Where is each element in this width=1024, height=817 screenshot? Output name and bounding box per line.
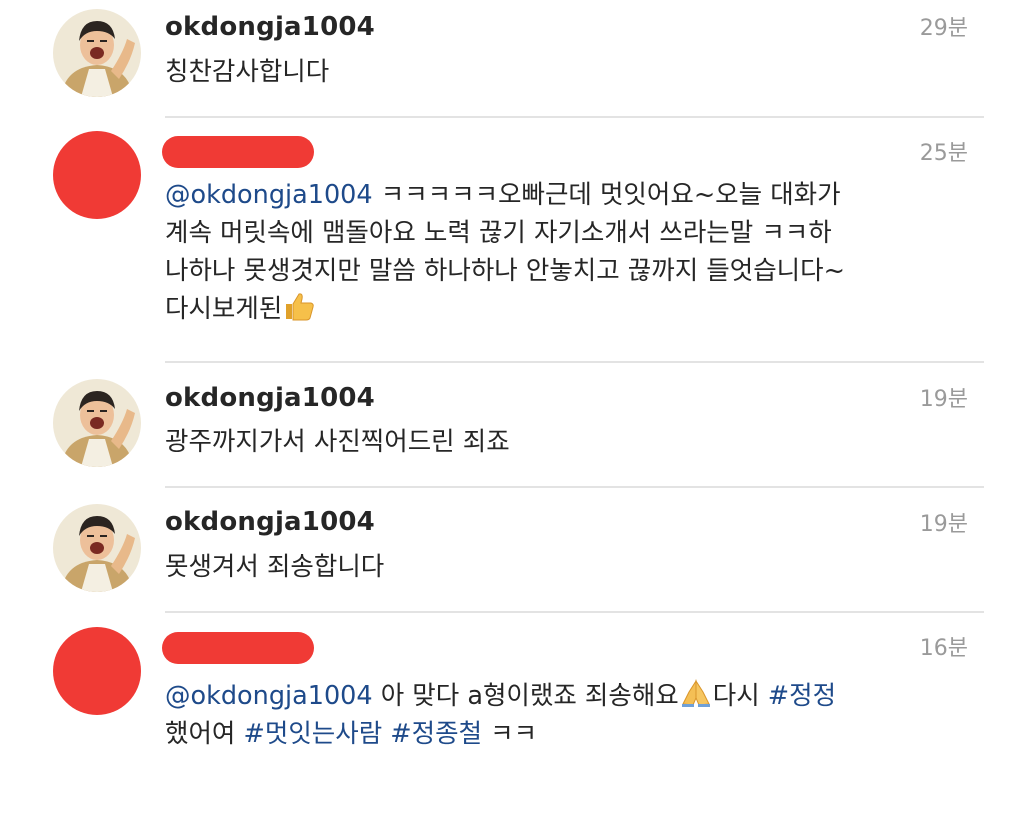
text-run: 광주까지가서 사진찍어드린 죄죠 — [165, 427, 510, 457]
comment-line: 칭찬감사합니다 — [165, 53, 965, 91]
comment-line: 계속 머릿속에 맴돌아요 노력 끊기 자기소개서 쓰라는말 ㅋㅋ하 — [165, 214, 965, 252]
username-redacted — [162, 632, 314, 664]
text-run: 다시 — [712, 681, 768, 711]
hashtag-link[interactable]: #정종철 — [390, 719, 482, 749]
folded-hands-icon — [679, 679, 713, 711]
hashtag-link[interactable]: #정정 — [768, 681, 836, 711]
username[interactable]: okdongja1004 — [165, 12, 375, 42]
profile-photo — [53, 9, 141, 97]
comment-text: @okdongja1004 ㅋㅋㅋㅋㅋ오빠근데 멋잇어요~오늘 대화가계속 머릿… — [165, 176, 965, 328]
profile-photo — [53, 504, 141, 592]
text-run: ㅋㅋ — [482, 719, 538, 749]
text-run: 아 맞다 a형이랬죠 죄송해요 — [372, 681, 679, 711]
timestamp: 19분 — [919, 387, 968, 412]
comment-line: 못생겨서 죄송합니다 — [165, 548, 965, 586]
username[interactable]: okdongja1004 — [165, 507, 375, 537]
divider — [165, 611, 984, 613]
comment-line: 나하나 못생겻지만 말씀 하나하나 안놓치고 끊까지 들엇습니다~ — [165, 252, 965, 290]
avatar[interactable] — [53, 9, 141, 97]
profile-photo — [53, 379, 141, 467]
username[interactable]: okdongja1004 — [165, 383, 375, 413]
avatar[interactable] — [53, 379, 141, 467]
comment-line: 했어여 #멋잇는사람 #정종철 ㅋㅋ — [165, 715, 965, 753]
text-run: 나하나 못생겻지만 말씀 하나하나 안놓치고 끊까지 들엇습니다~ — [165, 256, 845, 286]
comment-text: 광주까지가서 사진찍어드린 죄죠 — [165, 423, 965, 461]
mention-link[interactable]: @okdongja1004 — [165, 681, 373, 711]
comment-text: @okdongja1004 아 맞다 a형이랬죠 죄송해요 다시 #정정했어여 #… — [165, 677, 965, 753]
divider — [165, 486, 984, 488]
comment-line: 다시보게된 — [165, 290, 965, 328]
text-run: 다시보게된 — [165, 294, 283, 324]
comment-line: @okdongja1004 ㅋㅋㅋㅋㅋ오빠근데 멋잇어요~오늘 대화가 — [165, 176, 965, 214]
comment-text: 칭찬감사합니다 — [165, 53, 965, 91]
avatar[interactable] — [53, 504, 141, 592]
divider — [165, 116, 984, 118]
text-run: 못생겨서 죄송합니다 — [165, 552, 385, 582]
text-run: 칭찬감사합니다 — [165, 57, 330, 87]
divider — [165, 361, 984, 363]
timestamp: 16분 — [919, 636, 968, 661]
timestamp: 29분 — [919, 16, 968, 41]
username-redacted — [162, 136, 314, 168]
avatar-redacted[interactable] — [53, 627, 141, 715]
hashtag-link[interactable]: #멋잇는사람 — [244, 719, 383, 749]
text-run: 했어여 — [165, 719, 244, 749]
timestamp: 19분 — [919, 512, 968, 537]
timestamp: 25분 — [919, 141, 968, 166]
text-run: 계속 머릿속에 맴돌아요 노력 끊기 자기소개서 쓰라는말 ㅋㅋ하 — [165, 218, 832, 248]
thumbs-up-icon — [282, 293, 316, 324]
text-run: ㅋㅋㅋㅋㅋ오빠근데 멋잇어요~오늘 대화가 — [372, 180, 841, 210]
mention-link[interactable]: @okdongja1004 — [165, 180, 373, 210]
avatar-redacted[interactable] — [53, 131, 141, 219]
comment-line: 광주까지가서 사진찍어드린 죄죠 — [165, 423, 965, 461]
comment-text: 못생겨서 죄송합니다 — [165, 548, 965, 586]
comment-line: @okdongja1004 아 맞다 a형이랬죠 죄송해요 다시 #정정 — [165, 677, 965, 715]
